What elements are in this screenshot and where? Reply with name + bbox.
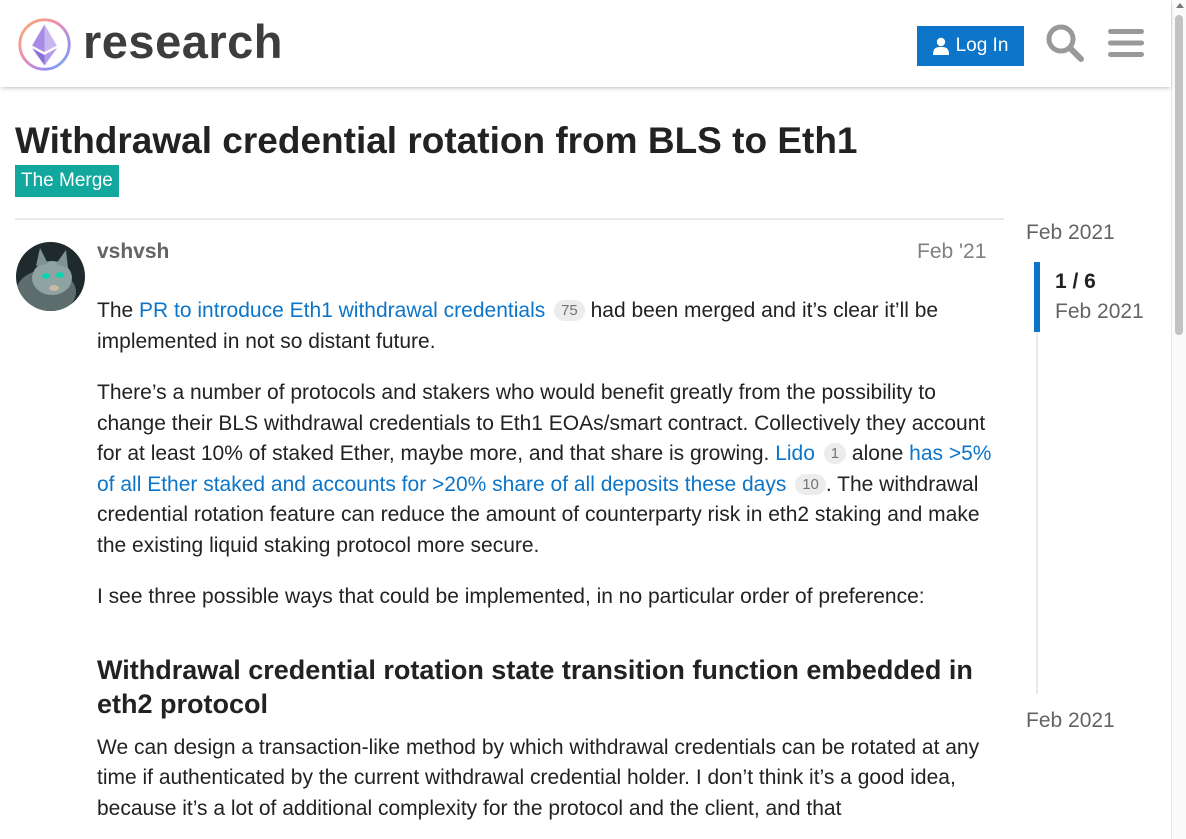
- post-date[interactable]: Feb '21: [917, 240, 986, 264]
- user-icon: [932, 37, 949, 55]
- timeline-post-counter: 1 / 6: [1055, 270, 1096, 293]
- text: The: [97, 299, 140, 322]
- search-icon[interactable]: [1044, 22, 1086, 64]
- timeline-handle[interactable]: [1034, 262, 1040, 332]
- post-paragraph: I see three possible ways that could be …: [97, 585, 925, 608]
- title-divider: [15, 218, 1004, 220]
- scroll-up-arrow-icon[interactable]: [1176, 3, 1184, 8]
- site-logo[interactable]: research: [16, 16, 283, 73]
- category-badge[interactable]: The Merge: [15, 165, 119, 197]
- ethereum-logo-icon: [18, 18, 71, 71]
- login-label: Log In: [955, 35, 1009, 56]
- page-scrollbar[interactable]: [1171, 0, 1186, 839]
- scrollbar-thumb[interactable]: [1175, 15, 1183, 335]
- post-paragraph: We can design a transaction-like method …: [97, 735, 980, 820]
- post-author[interactable]: vshvsh: [97, 240, 169, 264]
- link-click-count: 1: [823, 443, 847, 464]
- topic-title[interactable]: Withdrawal credential rotation from BLS …: [15, 120, 858, 162]
- post-heading: Withdrawal credential rotation state tra…: [97, 654, 973, 719]
- hamburger-menu-icon[interactable]: [1105, 22, 1147, 64]
- post-body: The PR to introduce Eth1 withdrawal cred…: [97, 296, 992, 839]
- timeline-start-date[interactable]: Feb 2021: [1026, 221, 1115, 245]
- site-header: research Log In: [0, 0, 1171, 87]
- timeline-end-date[interactable]: Feb 2021: [1026, 709, 1115, 733]
- timeline-current-date: Feb 2021: [1055, 300, 1144, 323]
- pr-link[interactable]: PR to introduce Eth1 withdrawal credenti…: [139, 299, 545, 322]
- login-button[interactable]: Log In: [917, 26, 1024, 66]
- logo-text: research: [83, 15, 283, 68]
- post-paragraph: The PR to introduce Eth1 withdrawal cred…: [97, 296, 992, 357]
- lido-link[interactable]: Lido: [775, 442, 815, 465]
- text: alone: [846, 442, 910, 465]
- post-paragraph: There’s a number of protocols and staker…: [97, 378, 992, 561]
- link-click-count: 75: [554, 300, 585, 321]
- avatar[interactable]: [16, 242, 85, 311]
- link-click-count: 10: [795, 473, 826, 495]
